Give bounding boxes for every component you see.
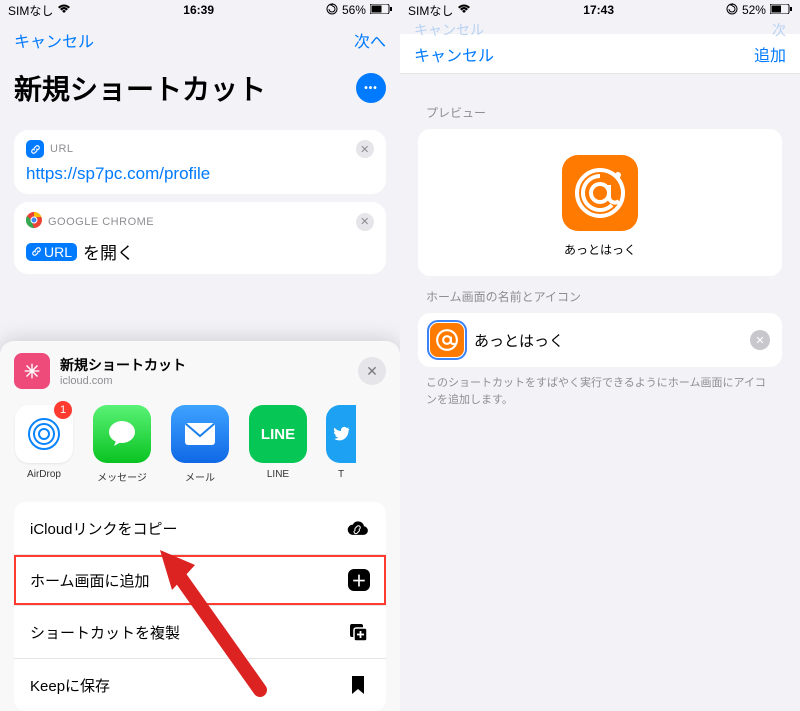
add-button[interactable]: 追加 — [754, 42, 786, 66]
sim-status: SIMなし — [408, 2, 453, 19]
shortcut-name-input[interactable]: あっとはっく — [474, 330, 740, 351]
chrome-action-card[interactable]: GOOGLE CHROME ✕ URL を開く — [14, 202, 386, 274]
next-button[interactable]: 次へ — [354, 28, 386, 52]
time: 17:43 — [583, 3, 614, 17]
time: 16:39 — [183, 3, 214, 17]
right-screenshot: SIMなし 17:43 52% キャンセル次 キャンセル 追加 プレビュー — [400, 0, 800, 711]
left-screenshot: SIMなし 16:39 56% キャンセル 次へ 新規ショートカット ••• — [0, 0, 400, 711]
sim-status: SIMなし — [8, 2, 53, 19]
rotation-lock-icon — [326, 3, 338, 18]
preview-section-label: プレビュー — [426, 104, 782, 121]
name-input-card: あっとはっく ✕ — [418, 313, 782, 367]
modal-sheet: キャンセル 追加 プレビュー あっとはっく — [400, 34, 800, 694]
battery-icon — [770, 3, 792, 17]
url-value[interactable]: https://sp7pc.com/profile — [26, 164, 374, 184]
share-app-row: 1 AirDrop メッセージ メール LINE LINE — [0, 401, 400, 494]
status-bar: SIMなし 17:43 52% — [400, 0, 800, 20]
copy-icloud-link[interactable]: iCloudリンクをコピー — [14, 502, 386, 555]
wifi-icon — [457, 3, 471, 17]
line-icon: LINE — [249, 405, 307, 463]
name-section-label: ホーム画面の名前とアイコン — [426, 288, 782, 305]
bookmark-icon — [346, 673, 370, 697]
clear-icon[interactable]: ✕ — [356, 140, 374, 158]
help-text: このショートカットをすばやく実行できるようにホーム画面にアイコンを追加します。 — [426, 375, 774, 408]
status-bar: SIMなし 16:39 56% — [0, 0, 400, 20]
duplicate-icon — [346, 620, 370, 644]
share-sheet: 新規ショートカット icloud.com ✕ 1 AirDrop メッセージ — [0, 341, 400, 711]
share-title: 新規ショートカット — [60, 355, 186, 375]
badge-count: 1 — [54, 401, 72, 419]
preview-app-name: あっとはっく — [564, 241, 636, 258]
title-row: 新規ショートカット ••• — [0, 60, 400, 122]
link-icon — [26, 140, 44, 158]
more-button[interactable]: ••• — [356, 73, 386, 103]
chrome-label: GOOGLE CHROME — [48, 216, 154, 228]
rotation-lock-icon — [726, 3, 738, 18]
messages-app[interactable]: メッセージ — [92, 405, 152, 484]
mail-icon — [171, 405, 229, 463]
url-action-card[interactable]: URL ✕ https://sp7pc.com/profile — [14, 130, 386, 194]
editable-icon[interactable] — [430, 323, 464, 357]
add-to-home-screen[interactable]: ホーム画面に追加 ＋ — [14, 555, 386, 606]
url-badge: URL — [26, 243, 77, 261]
twitter-app[interactable]: T — [326, 405, 356, 484]
cloud-link-icon — [346, 516, 370, 540]
battery-icon — [370, 3, 392, 17]
close-button[interactable]: ✕ — [358, 357, 386, 385]
save-to-keep[interactable]: Keepに保存 — [14, 659, 386, 711]
preview-app-icon — [562, 155, 638, 231]
share-subtitle: icloud.com — [60, 375, 186, 387]
share-thumbnail-icon — [14, 353, 50, 389]
chrome-icon — [26, 212, 42, 231]
open-action-text: を開く — [83, 239, 134, 264]
share-action-list: iCloudリンクをコピー ホーム画面に追加 ＋ ショートカットを複製 Keep… — [14, 502, 386, 711]
clear-icon[interactable]: ✕ — [356, 213, 374, 231]
preview-card: あっとはっく — [418, 129, 782, 276]
modal-nav-bar: キャンセル 追加 — [400, 34, 800, 74]
mail-app[interactable]: メール — [170, 405, 230, 484]
plus-icon: ＋ — [348, 569, 370, 591]
airdrop-app[interactable]: 1 AirDrop — [14, 405, 74, 484]
battery-percent: 52% — [742, 3, 766, 17]
battery-percent: 56% — [342, 3, 366, 17]
url-label: URL — [50, 143, 74, 155]
page-title: 新規ショートカット — [14, 68, 266, 108]
nav-bar: キャンセル 次へ — [0, 20, 400, 60]
duplicate-shortcut[interactable]: ショートカットを複製 — [14, 606, 386, 659]
line-app[interactable]: LINE LINE — [248, 405, 308, 484]
twitter-icon — [326, 405, 356, 463]
cancel-button[interactable]: キャンセル — [414, 42, 494, 66]
cancel-button[interactable]: キャンセル — [14, 28, 94, 52]
messages-icon — [93, 405, 151, 463]
clear-text-button[interactable]: ✕ — [750, 330, 770, 350]
wifi-icon — [57, 3, 71, 17]
